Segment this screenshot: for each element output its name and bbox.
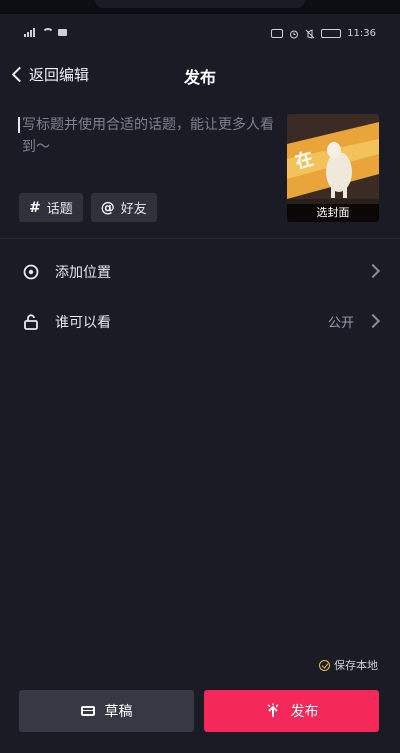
- nfc-icon: [271, 29, 284, 38]
- device-notch: [0, 0, 400, 14]
- chevron-right-icon: [365, 313, 381, 329]
- unlock-icon: [24, 314, 38, 330]
- battery-icon: [321, 29, 342, 38]
- tag-chips: # 话题 @ 好友: [19, 193, 157, 222]
- status-bar: 11:36: [0, 26, 400, 46]
- friend-chip-label: 好友: [120, 202, 147, 217]
- draft-button[interactable]: 草稿: [19, 690, 194, 732]
- status-right-icons: 11:36: [271, 28, 376, 39]
- bottom-action-bar: 草稿 发布: [19, 690, 379, 732]
- cover-label: 选封面: [287, 204, 379, 222]
- draft-button-label: 草稿: [104, 704, 133, 720]
- visibility-label: 谁可以看: [55, 315, 111, 331]
- save-local-toggle[interactable]: 保存本地: [319, 657, 378, 673]
- visibility-row[interactable]: 谁可以看 公开: [0, 301, 400, 341]
- divider: [0, 238, 400, 239]
- draft-box-icon: [80, 706, 95, 716]
- at-icon: @: [100, 199, 115, 216]
- wifi-icon: [42, 28, 54, 37]
- publish-button-label: 发布: [290, 704, 319, 720]
- top-bar: 返回编辑 发布: [0, 62, 400, 92]
- friend-chip[interactable]: @ 好友: [90, 193, 157, 222]
- add-location-row[interactable]: 添加位置: [0, 251, 400, 291]
- caption-area: [18, 114, 277, 174]
- text-cursor: [18, 117, 20, 133]
- alarm-icon: [290, 30, 299, 38]
- location-pin-icon: [23, 264, 39, 280]
- visibility-value: 公开: [327, 316, 354, 331]
- hashtag-icon: #: [29, 199, 41, 216]
- signal-icon: [24, 28, 38, 37]
- publish-icon: [267, 703, 278, 717]
- add-location-label: 添加位置: [55, 265, 111, 281]
- notification-icon: [58, 29, 67, 36]
- status-time: 11:36: [347, 28, 376, 39]
- publish-button[interactable]: 发布: [204, 690, 379, 732]
- check-circle-icon: [319, 659, 330, 671]
- cover-picker[interactable]: 在 选封面: [287, 114, 379, 222]
- topic-chip-label: 话题: [46, 202, 73, 217]
- chevron-right-icon: [365, 263, 381, 279]
- save-local-label: 保存本地: [334, 659, 378, 672]
- page-title: 发布: [183, 68, 216, 87]
- caption-input[interactable]: [18, 114, 277, 174]
- mute-icon: [305, 28, 315, 39]
- topic-chip[interactable]: # 话题: [19, 193, 83, 222]
- status-left-icons: [24, 28, 67, 37]
